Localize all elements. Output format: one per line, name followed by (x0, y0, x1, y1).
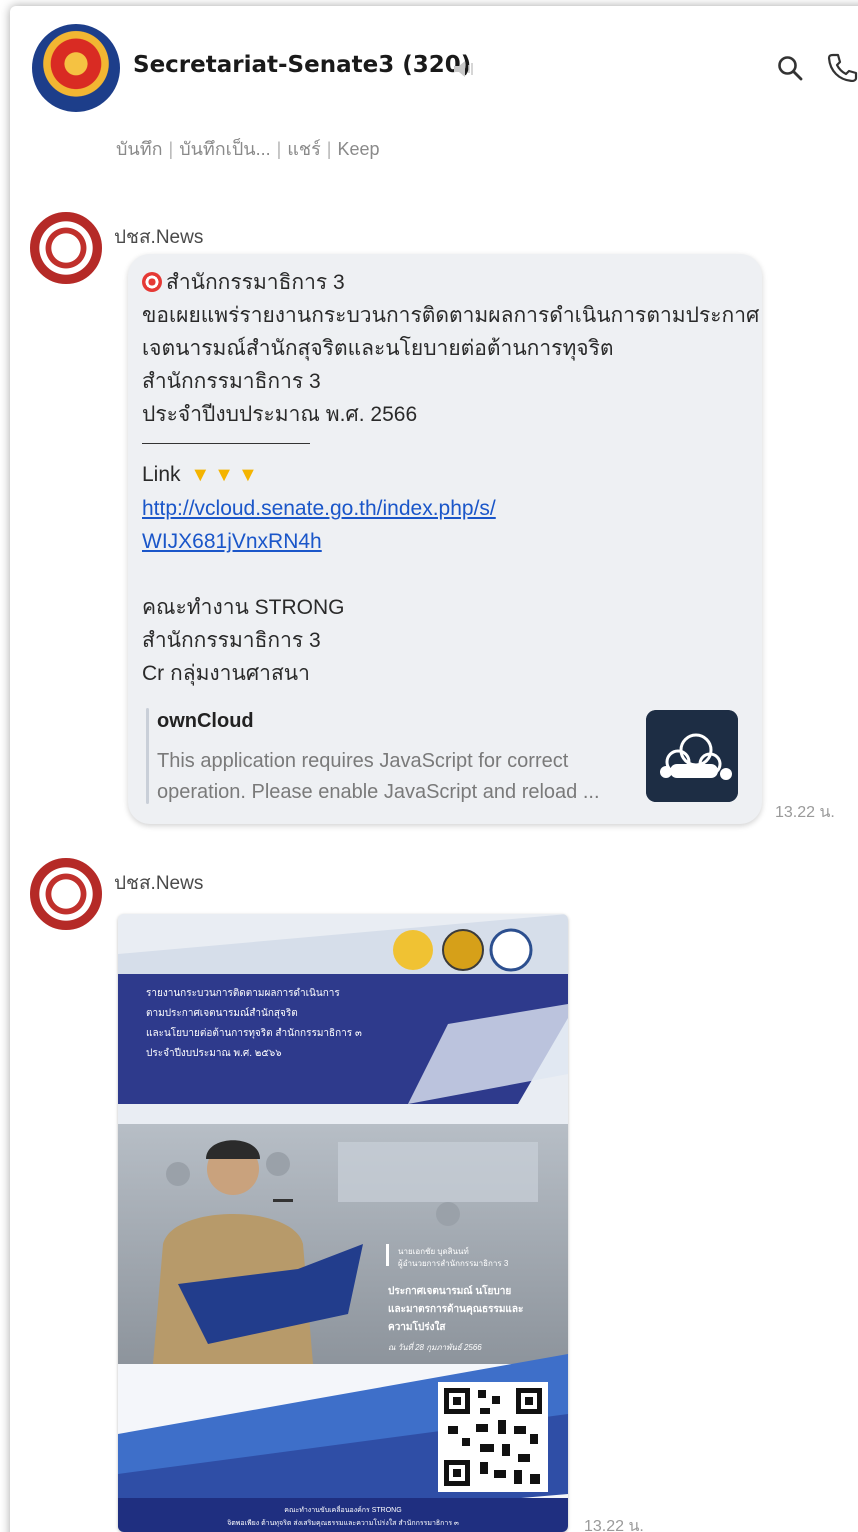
keep-link[interactable]: Keep (337, 139, 379, 159)
sender-avatar[interactable] (30, 858, 102, 930)
poster-title-line: รายงานกระบวนการติดตามผลการดำเนินการ (146, 988, 340, 999)
text-divider (142, 443, 310, 444)
message-text: สำนักกรรมาธิการ 3 ขอเผยแพร่รายงานกระบวนก… (142, 266, 760, 690)
nacc-logo-icon (442, 929, 484, 971)
message-time: 13.22 น. (584, 1518, 644, 1532)
group-avatar[interactable] (32, 24, 120, 112)
message-line: สำนักกรรมาธิการ 3 (142, 266, 752, 299)
poster-graphic: รายงานกระบวนการติดตามผลการดำเนินการ ตามป… (118, 914, 568, 1532)
call-icon[interactable] (826, 52, 858, 82)
message-line: คณะทำงาน STRONG (142, 596, 345, 619)
message-line: เจตนารมณ์สำนักสุจริตและนโยบายต่อต้านการท… (142, 337, 614, 360)
message-line: Cr กลุ่มงานศาสนา (142, 662, 310, 685)
preview-title: ownCloud (157, 710, 254, 732)
message-line: สำนักกรรมาธิการ 3 (142, 629, 321, 652)
chat-header: Secretariat-Senate3 (320) บันทึก | บันทึกเ… (0, 0, 858, 180)
c3-logo-icon (393, 930, 433, 970)
message-line: สำนักกรรมาธิการ 3 (142, 370, 321, 393)
save-note-link[interactable]: บันทึกเป็น... (179, 139, 270, 159)
poster-policy-line: และมาตรการด้านคุณธรรมและ (388, 1303, 523, 1315)
message-link[interactable]: http://vcloud.senate.go.th/index.php/s/ (142, 492, 752, 525)
sender-name: ปชส.News (114, 227, 204, 248)
pointing-down-emoji-icon: ▼ (190, 464, 211, 486)
poster-image[interactable]: รายงานกระบวนการติดตามผลการดำเนินการ ตามป… (118, 914, 568, 1532)
message-link[interactable]: WIJX681jVnxRN4h (142, 525, 752, 558)
poster-policy-line: ความโปร่งใส (388, 1320, 446, 1333)
message-line: ประจำปีงบประมาณ พ.ศ. 2566 (142, 403, 418, 426)
notes-link[interactable]: บันทึก (116, 139, 163, 159)
mute-icon (454, 61, 473, 77)
separator: | (168, 139, 174, 159)
sender-name: ปชส.News (114, 873, 204, 894)
poster-date-line: ณ วันที่ 28 กุมภาพันธ์ 2566 (388, 1341, 482, 1353)
message-time: 13.22 น. (775, 804, 835, 821)
target-emoji-icon (142, 272, 162, 292)
link-label: Link ▼ ▼ ▼ (142, 458, 752, 492)
pointing-down-emoji-icon: ▼ (214, 464, 234, 486)
poster-title-line: ประจำปีงบประมาณ พ.ศ. ๒๕๖๖ (146, 1047, 282, 1059)
poster-person-line: นายเอกชัย บุดสินนท์ (398, 1246, 469, 1256)
message-line: ขอเผยแพร่รายงานกระบวนการติดตามผลการดำเนิ… (142, 304, 760, 327)
poster-policy-line: ประกาศเจตนารมณ์ นโยบาย (388, 1284, 511, 1297)
poster-footer-line: คณะทำงานขับเคลื่อนองค์กร STRONG (284, 1505, 401, 1514)
pointing-down-emoji-icon: ▼ (237, 464, 258, 486)
poster-title-line: ตามประกาศเจตนารมณ์สำนักสุจริต (146, 1007, 298, 1019)
share-link[interactable]: แชร์ (287, 139, 321, 159)
separator: | (276, 139, 282, 159)
link-preview[interactable]: ownCloud This application requires JavaS… (146, 706, 746, 806)
poster-footer-line: จิตพอเพียง ต้านทุจริต ส่งเสริมคุณธรรมและ… (227, 1518, 459, 1527)
strong-logo-icon (489, 928, 533, 972)
poster-person-line: ผู้อำนวยการสำนักกรรมาธิการ 3 (398, 1259, 509, 1269)
group-title[interactable]: Secretariat-Senate3 (320) (133, 52, 471, 78)
poster-title-line: และนโยบายต่อต้านการทุจริต สำนักกรรมาธิกา… (146, 1026, 362, 1039)
search-icon[interactable] (776, 54, 804, 82)
separator: | (326, 139, 332, 159)
sender-avatar[interactable] (30, 212, 102, 284)
notes-bar: บันทึก | บันทึกเป็น... | แชร์ | Keep (116, 134, 380, 163)
owncloud-logo-icon (646, 710, 738, 802)
preview-description: This application requires JavaScript for… (157, 750, 600, 803)
preview-accent-bar (146, 708, 149, 804)
